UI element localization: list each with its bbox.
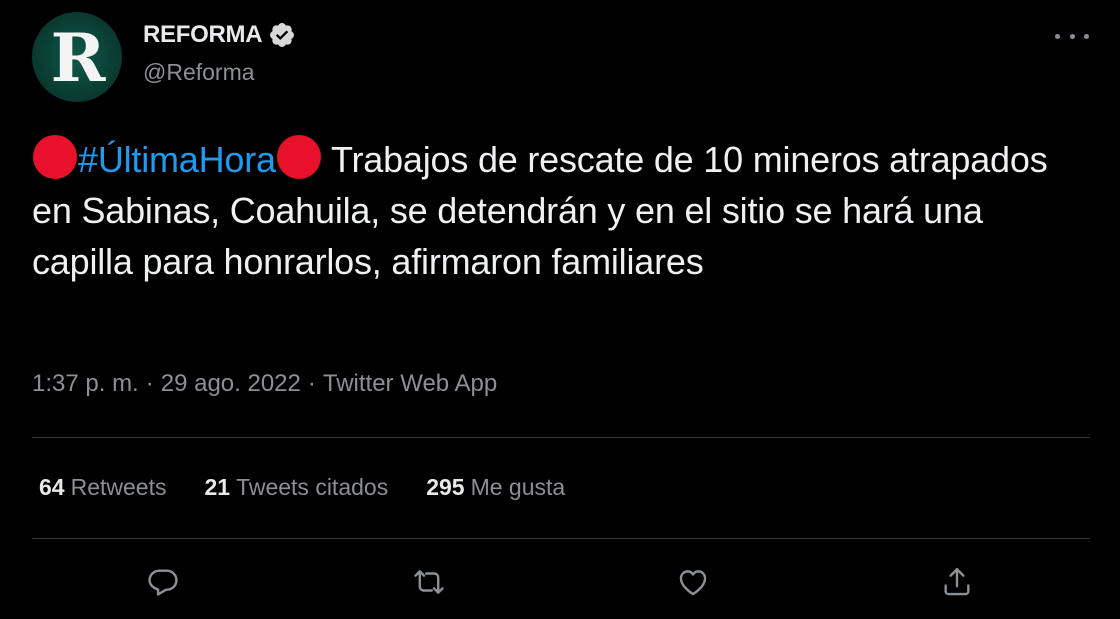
avatar-logo-letter: R — [50, 19, 106, 97]
display-name[interactable]: REFORMA — [143, 21, 263, 49]
tweet-actions — [0, 560, 1120, 604]
quotes-count: 21 — [204, 474, 231, 500]
tweet-text: #ÚltimaHora Trabajos de rescate de 10 mi… — [32, 134, 1082, 287]
retweets-stat[interactable]: 64 Retweets — [39, 474, 166, 501]
quotes-label: Tweets citados — [236, 474, 389, 500]
tweet-stats: 64 Retweets 21 Tweets citados 295 Me gus… — [39, 474, 603, 501]
tweet-date[interactable]: 29 ago. 2022 — [161, 370, 301, 398]
avatar[interactable]: R — [32, 12, 122, 102]
meta-separator: · — [307, 370, 316, 397]
retweet-icon[interactable] — [407, 560, 451, 604]
tweet-metadata: 1:37 p. m. · 29 ago. 2022 · Twitter Web … — [32, 370, 497, 398]
divider — [32, 538, 1090, 539]
handle[interactable]: @Reforma — [143, 59, 255, 86]
tweet-card: R REFORMA @Reforma #ÚltimaHora Trabajos … — [0, 0, 1120, 619]
retweets-count: 64 — [39, 474, 65, 500]
tweet-client[interactable]: Twitter Web App — [323, 370, 497, 398]
retweets-label: Retweets — [70, 474, 167, 500]
likes-label: Me gusta — [470, 474, 566, 500]
verified-badge-icon — [268, 21, 296, 49]
red-circle-emoji — [276, 135, 321, 179]
hashtag-link[interactable]: #ÚltimaHora — [78, 139, 276, 180]
reply-icon[interactable] — [141, 560, 185, 604]
share-icon[interactable] — [935, 560, 979, 604]
more-horizontal-icon[interactable] — [1055, 26, 1089, 46]
likes-stat[interactable]: 295 Me gusta — [426, 474, 565, 501]
divider — [32, 437, 1090, 438]
likes-count: 295 — [426, 474, 465, 500]
tweet-time[interactable]: 1:37 p. m. — [32, 370, 139, 398]
quotes-stat[interactable]: 21 Tweets citados — [204, 474, 388, 501]
meta-separator: · — [145, 370, 154, 397]
author-name-row: REFORMA — [143, 20, 296, 50]
red-circle-emoji — [33, 135, 77, 179]
like-icon[interactable] — [671, 560, 715, 604]
